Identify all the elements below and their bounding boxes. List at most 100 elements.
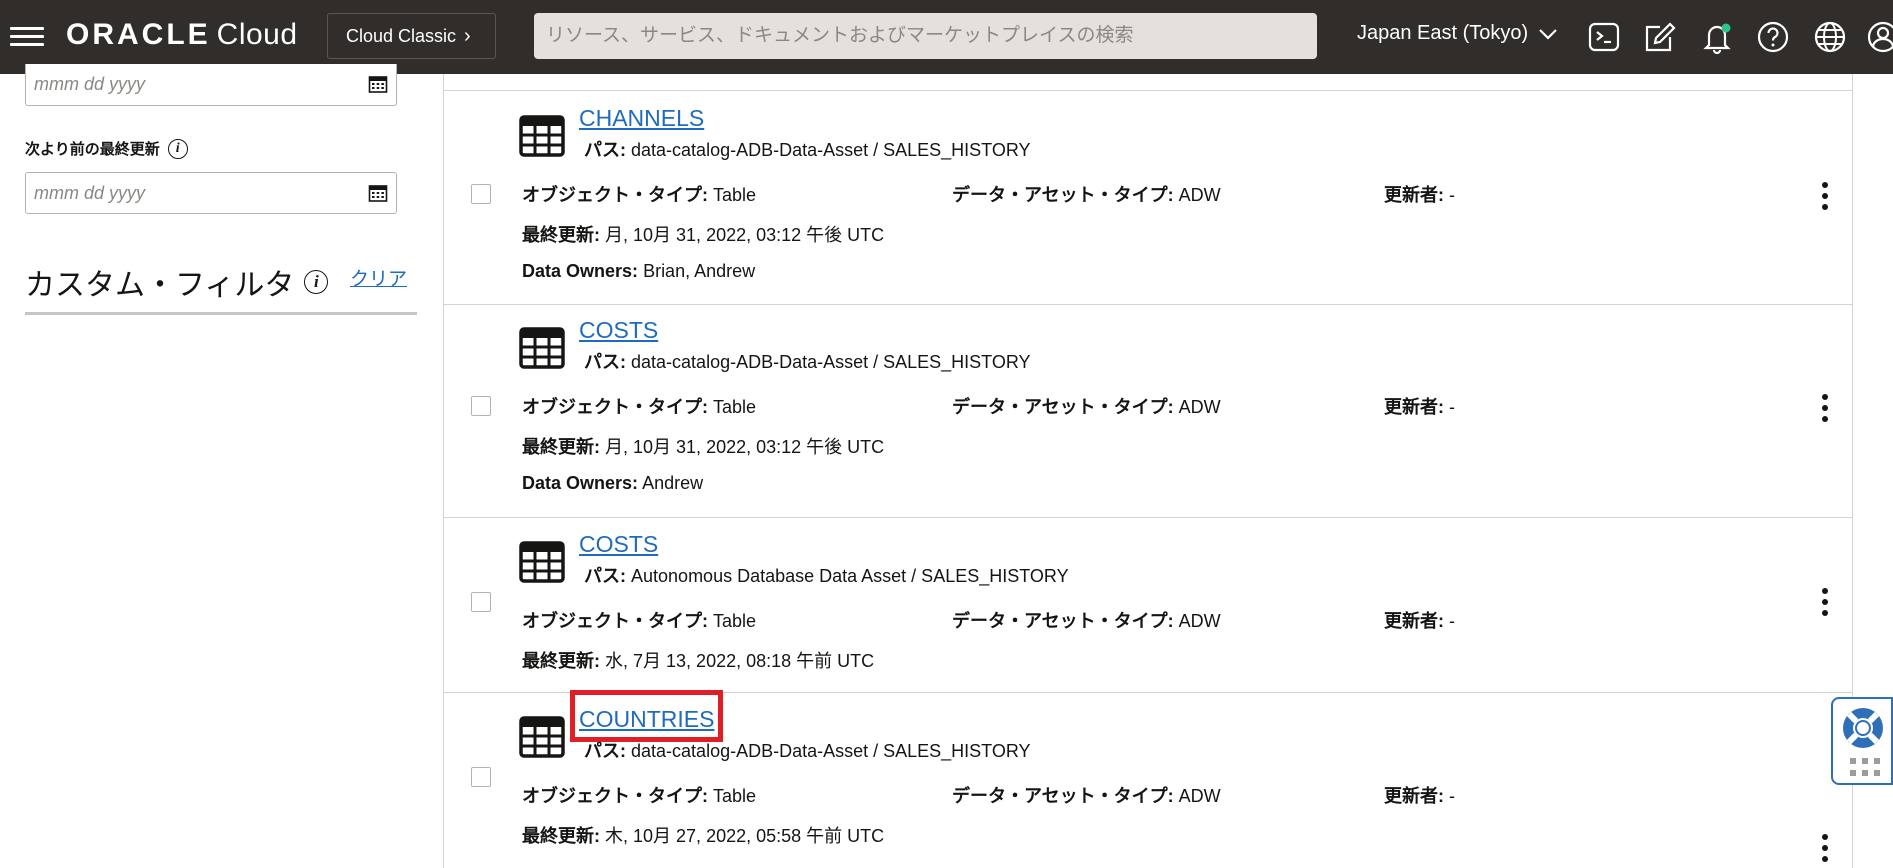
updated-before-text: 次より前の最終更新 bbox=[25, 141, 160, 158]
calendar-icon[interactable] bbox=[368, 183, 388, 203]
drag-handle-icon[interactable] bbox=[1850, 758, 1880, 778]
calendar-icon[interactable] bbox=[368, 74, 388, 94]
object-type-label: オブジェクト・タイプ: bbox=[522, 611, 708, 631]
row-checkbox[interactable] bbox=[471, 396, 491, 416]
top-navigation-bar: ORACLECloud Cloud Classic › Japan East (… bbox=[0, 0, 1893, 74]
custom-filter-heading: カスタム・フィルタ i bbox=[25, 260, 329, 304]
region-label: Japan East (Tokyo) bbox=[1357, 22, 1529, 44]
object-type-value: Table bbox=[713, 786, 757, 806]
clear-filter-link[interactable]: クリア bbox=[350, 264, 407, 291]
last-updated: 最終更新: 月, 10月 31, 2022, 03:12 午後 UTC bbox=[522, 221, 884, 247]
path-label: パス: bbox=[584, 352, 626, 372]
language-icon[interactable] bbox=[1813, 20, 1847, 54]
updated-by-label: 更新者: bbox=[1384, 786, 1444, 806]
data-owners: Data Owners: Brian, Andrew bbox=[522, 261, 755, 282]
last-updated-label: 最終更新: bbox=[522, 437, 600, 457]
custom-filter-title: カスタム・フィルタ bbox=[25, 269, 295, 302]
result-title-link[interactable]: CHANNELS bbox=[579, 105, 704, 132]
region-selector[interactable]: Japan East (Tokyo) bbox=[1357, 22, 1558, 45]
row-actions-kebab-icon[interactable] bbox=[1818, 834, 1832, 868]
data-asset-type-label: データ・アセット・タイプ: bbox=[952, 786, 1174, 806]
date-to-placeholder: mmm dd yyyy bbox=[34, 183, 146, 203]
hamburger-menu-icon[interactable] bbox=[10, 22, 44, 52]
path-value: Autonomous Database Data Asset / SALES_H… bbox=[631, 566, 1069, 586]
data-owners-label: Data Owners: bbox=[522, 261, 639, 281]
table-icon bbox=[519, 115, 565, 157]
cloud-classic-label: Cloud Classic bbox=[346, 25, 457, 46]
cloud-classic-button[interactable]: Cloud Classic › bbox=[327, 13, 496, 59]
object-type-label: オブジェクト・タイプ: bbox=[522, 397, 708, 417]
path-label: パス: bbox=[584, 566, 626, 586]
date-from-field[interactable]: mmm dd yyyy bbox=[25, 64, 397, 106]
result-row: COSTS パス: data-catalog-ADB-Data-Asset / … bbox=[444, 304, 1853, 518]
result-path: パス: data-catalog-ADB-Data-Asset / SALES_… bbox=[584, 348, 1031, 374]
search-input[interactable] bbox=[534, 13, 1317, 59]
row-checkbox[interactable] bbox=[471, 184, 491, 204]
result-title-link[interactable]: COSTS bbox=[579, 317, 658, 344]
data-asset-type-label: データ・アセット・タイプ: bbox=[952, 185, 1174, 205]
help-icon[interactable] bbox=[1756, 20, 1790, 54]
updated-by-value: - bbox=[1449, 397, 1456, 417]
data-asset-type: データ・アセット・タイプ: ADW bbox=[952, 782, 1221, 808]
filter-sidebar: mmm dd yyyy 次より前の最終更新 i mmm dd yyyy カスタム… bbox=[0, 64, 444, 868]
data-asset-type-value: ADW bbox=[1178, 185, 1221, 205]
updated-by-value: - bbox=[1449, 786, 1456, 806]
row-actions-kebab-icon[interactable] bbox=[1818, 588, 1832, 622]
lifebuoy-icon bbox=[1843, 708, 1883, 748]
data-owners-value: Brian, Andrew bbox=[643, 261, 756, 281]
logo-product: Cloud bbox=[216, 18, 298, 51]
row-checkbox[interactable] bbox=[471, 592, 491, 612]
last-updated-value: 月, 10月 31, 2022, 03:12 午後 UTC bbox=[605, 437, 885, 457]
data-owners: Data Owners: Andrew bbox=[522, 473, 703, 494]
last-updated-value: 月, 10月 31, 2022, 03:12 午後 UTC bbox=[605, 225, 885, 245]
result-path: パス: data-catalog-ADB-Data-Asset / SALES_… bbox=[584, 136, 1031, 162]
object-type-label: オブジェクト・タイプ: bbox=[522, 185, 708, 205]
date-to-field[interactable]: mmm dd yyyy bbox=[25, 172, 397, 214]
help-widget[interactable] bbox=[1831, 697, 1893, 785]
path-label: パス: bbox=[584, 741, 626, 761]
last-updated: 最終更新: 木, 10月 27, 2022, 05:58 午前 UTC bbox=[522, 822, 884, 848]
info-icon[interactable]: i bbox=[167, 138, 188, 159]
object-type-value: Table bbox=[713, 185, 757, 205]
chevron-down-icon bbox=[1538, 28, 1557, 40]
updated-before-label: 次より前の最終更新 i bbox=[25, 138, 188, 159]
updated-by: 更新者: - bbox=[1384, 607, 1455, 633]
result-row: COSTS パス: Autonomous Database Data Asset… bbox=[444, 518, 1853, 693]
result-path: パス: Autonomous Database Data Asset / SAL… bbox=[584, 562, 1069, 588]
path-label: パス: bbox=[584, 140, 626, 160]
updated-by-value: - bbox=[1449, 611, 1456, 631]
result-title-link[interactable]: COSTS bbox=[579, 531, 658, 558]
object-type-value: Table bbox=[713, 397, 757, 417]
data-asset-type: データ・アセット・タイプ: ADW bbox=[952, 181, 1221, 207]
result-path: パス: data-catalog-ADB-Data-Asset / SALES_… bbox=[584, 737, 1031, 763]
path-value: data-catalog-ADB-Data-Asset / SALES_HIST… bbox=[631, 140, 1031, 160]
updated-by-label: 更新者: bbox=[1384, 397, 1444, 417]
profile-icon[interactable] bbox=[1866, 20, 1893, 54]
updated-by-label: 更新者: bbox=[1384, 611, 1444, 631]
data-asset-type-label: データ・アセット・タイプ: bbox=[952, 397, 1174, 417]
table-icon bbox=[519, 327, 565, 369]
row-actions-kebab-icon[interactable] bbox=[1818, 182, 1832, 216]
data-asset-type: データ・アセット・タイプ: ADW bbox=[952, 607, 1221, 633]
edit-icon[interactable] bbox=[1643, 20, 1677, 54]
path-value: data-catalog-ADB-Data-Asset / SALES_HIST… bbox=[631, 741, 1031, 761]
notifications-icon[interactable] bbox=[1700, 20, 1734, 55]
row-checkbox[interactable] bbox=[471, 767, 491, 787]
data-owners-label: Data Owners: bbox=[522, 473, 639, 493]
path-value: data-catalog-ADB-Data-Asset / SALES_HIST… bbox=[631, 352, 1031, 372]
result-title-link[interactable]: COUNTRIES bbox=[579, 706, 714, 733]
cloud-shell-icon[interactable] bbox=[1587, 20, 1621, 54]
updated-by: 更新者: - bbox=[1384, 782, 1455, 808]
oracle-cloud-logo[interactable]: ORACLE Cloud bbox=[66, 18, 298, 52]
updated-by-label: 更新者: bbox=[1384, 185, 1444, 205]
object-type-label: オブジェクト・タイプ: bbox=[522, 786, 708, 806]
table-icon bbox=[519, 716, 565, 758]
data-asset-type-value: ADW bbox=[1178, 611, 1221, 631]
info-icon[interactable]: i bbox=[304, 270, 329, 294]
search-results-list: CHANNELS パス: data-catalog-ADB-Data-Asset… bbox=[444, 74, 1853, 868]
row-actions-kebab-icon[interactable] bbox=[1818, 394, 1832, 428]
object-type: オブジェクト・タイプ: Table bbox=[522, 782, 756, 808]
logo-brand: ORACLE bbox=[66, 18, 211, 51]
data-asset-type: データ・アセット・タイプ: ADW bbox=[952, 393, 1221, 419]
updated-by: 更新者: - bbox=[1384, 181, 1455, 207]
